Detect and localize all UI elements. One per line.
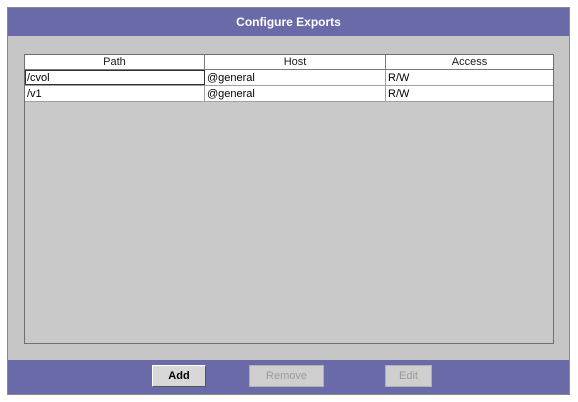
cell-host[interactable]: @general	[205, 86, 386, 101]
configure-exports-dialog: Configure Exports Path Host Access /cvol…	[7, 7, 570, 395]
cell-path[interactable]: /cvol	[25, 70, 205, 85]
window: Configure Exports Path Host Access /cvol…	[0, 0, 578, 402]
remove-button[interactable]: Remove	[249, 365, 324, 387]
column-header-host[interactable]: Host	[205, 55, 386, 69]
exports-table[interactable]: Path Host Access /cvol @general R/W /v1 …	[24, 54, 554, 344]
edit-button[interactable]: Edit	[385, 365, 432, 387]
cell-access[interactable]: R/W	[386, 86, 553, 101]
column-header-path[interactable]: Path	[25, 55, 205, 69]
dialog-title: Configure Exports	[8, 8, 569, 36]
column-header-access[interactable]: Access	[386, 55, 553, 69]
table-row[interactable]: /v1 @general R/W	[25, 86, 553, 102]
table-body: /cvol @general R/W /v1 @general R/W	[25, 70, 553, 102]
button-bar: Add Remove Edit	[8, 360, 569, 394]
add-button[interactable]: Add	[152, 365, 206, 387]
cell-path[interactable]: /v1	[25, 86, 205, 101]
table-header: Path Host Access	[25, 55, 553, 70]
cell-access[interactable]: R/W	[386, 70, 553, 85]
cell-host[interactable]: @general	[205, 70, 386, 85]
table-row[interactable]: /cvol @general R/W	[25, 70, 553, 86]
